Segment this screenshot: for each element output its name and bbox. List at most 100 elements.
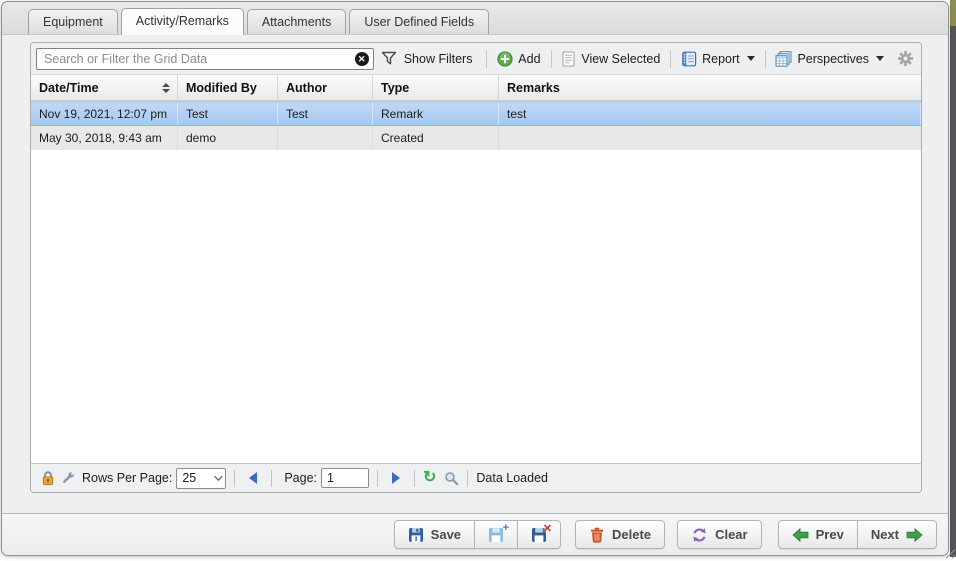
tab-strip: Equipment Activity/Remarks Attachments U… — [2, 2, 948, 35]
cell-author — [278, 126, 373, 150]
sort-icon[interactable] — [162, 83, 170, 93]
column-header-date-time[interactable]: Date/Time — [31, 75, 178, 100]
report-icon — [681, 51, 697, 67]
tab-label: User Defined Fields — [364, 15, 474, 29]
toolbar-divider — [670, 50, 671, 68]
cell-date-time: Nov 19, 2021, 12:07 pm — [31, 103, 178, 125]
dialog-window: Equipment Activity/Remarks Attachments U… — [1, 1, 949, 556]
status-text: Data Loaded — [476, 471, 548, 485]
add-label: Add — [518, 52, 540, 66]
save-button-group: Save + — [394, 520, 561, 549]
column-header-label: Date/Time — [39, 81, 99, 95]
page-number-input[interactable] — [321, 468, 369, 488]
settings-gear-icon[interactable] — [898, 51, 913, 66]
view-selected-button[interactable]: View Selected — [558, 51, 663, 67]
tab-label: Attachments — [262, 15, 331, 29]
delete-button[interactable]: Delete — [575, 520, 665, 549]
cell-remarks: test — [499, 103, 921, 125]
previous-page-icon[interactable] — [249, 472, 257, 484]
cell-author: Test — [278, 103, 373, 125]
tab-attachments[interactable]: Attachments — [247, 9, 346, 34]
column-header-remarks[interactable]: Remarks — [499, 75, 921, 100]
prev-label: Prev — [816, 527, 844, 542]
cell-modified-by: demo — [178, 126, 278, 150]
wrench-icon[interactable] — [60, 470, 76, 486]
tab-activity-remarks[interactable]: Activity/Remarks — [121, 8, 244, 35]
perspectives-label: Perspectives — [797, 52, 869, 66]
right-arrow-icon — [906, 528, 923, 542]
rows-per-page-select[interactable]: 25 — [176, 468, 226, 489]
toolbar-divider — [765, 50, 766, 68]
pager-divider — [467, 470, 468, 487]
prev-next-button-group: Prev Next — [778, 520, 937, 549]
delete-label: Delete — [612, 527, 651, 542]
chevron-down-icon — [214, 472, 222, 480]
column-header-modified-by[interactable]: Modified By — [178, 75, 278, 100]
column-header-label: Modified By — [186, 81, 257, 95]
left-arrow-icon — [792, 528, 809, 542]
add-button[interactable]: Add — [494, 51, 543, 67]
save-plus-icon: + — [488, 527, 504, 543]
perspectives-dropdown-button[interactable]: Perspectives — [772, 51, 887, 67]
save-button[interactable]: Save — [394, 520, 475, 549]
perspectives-icon — [775, 51, 792, 67]
table-row[interactable]: May 30, 2018, 9:43 am demo Created — [31, 126, 921, 150]
add-icon — [497, 51, 513, 67]
activity-grid-panel: ✕ Show Filters Add — [30, 42, 922, 493]
save-icon — [408, 527, 424, 543]
column-header-label: Remarks — [507, 81, 560, 95]
page-label: Page: — [284, 471, 317, 485]
search-field-wrap: ✕ — [36, 48, 374, 70]
tab-label: Equipment — [43, 15, 103, 29]
column-header-author[interactable]: Author — [278, 75, 373, 100]
toolbar-divider — [551, 50, 552, 68]
trash-icon — [589, 527, 605, 543]
magnifier-icon[interactable] — [444, 471, 459, 486]
save-label: Save — [431, 527, 461, 542]
show-filters-button[interactable]: Show Filters — [404, 52, 473, 66]
next-page-icon[interactable] — [392, 472, 400, 484]
pager-divider — [234, 470, 235, 487]
background-window-edge — [950, 0, 956, 557]
next-button[interactable]: Next — [857, 520, 937, 549]
x-badge-icon: ✕ — [543, 522, 552, 535]
pager-divider — [271, 470, 272, 487]
prev-button[interactable]: Prev — [778, 520, 858, 549]
pager-divider — [414, 470, 415, 487]
pager-divider — [377, 470, 378, 487]
grid-header-row: Date/Time Modified By Author Type Remark… — [31, 74, 921, 102]
dialog-footer: Save + — [2, 513, 948, 555]
chevron-down-icon — [747, 56, 755, 61]
clear-label: Clear — [715, 527, 748, 542]
background-window-edge-top — [950, 0, 956, 26]
search-clear-icon[interactable]: ✕ — [355, 52, 369, 66]
refresh-icon[interactable]: ↻ — [423, 470, 436, 486]
tab-user-defined-fields[interactable]: User Defined Fields — [349, 9, 489, 34]
save-and-new-button[interactable]: + — [474, 520, 518, 549]
clear-button[interactable]: Clear — [677, 520, 762, 549]
plus-badge-icon: + — [503, 522, 509, 534]
lock-icon[interactable] — [41, 470, 55, 486]
view-selected-label: View Selected — [581, 52, 660, 66]
grid-empty-area — [31, 150, 921, 463]
clear-refresh-icon — [691, 527, 708, 543]
cell-remarks — [499, 126, 921, 150]
column-header-type[interactable]: Type — [373, 75, 499, 100]
table-row[interactable]: Nov 19, 2021, 12:07 pm Test Test Remark … — [31, 102, 921, 126]
grid-pager-bar: Rows Per Page: 25 Page: ↻ Data Loaded — [31, 463, 921, 492]
tab-equipment[interactable]: Equipment — [28, 9, 118, 34]
filter-funnel-icon — [381, 51, 397, 66]
rows-per-page-label: Rows Per Page: — [82, 471, 172, 485]
toolbar-divider — [486, 50, 487, 68]
cell-modified-by: Test — [178, 103, 278, 125]
cell-type: Created — [373, 126, 499, 150]
column-header-label: Author — [286, 81, 327, 95]
save-close-icon: ✕ — [531, 527, 547, 543]
report-label: Report — [702, 52, 740, 66]
chevron-down-icon — [876, 56, 884, 61]
column-header-label: Type — [381, 81, 409, 95]
tab-label: Activity/Remarks — [136, 14, 229, 28]
save-and-close-button[interactable]: ✕ — [517, 520, 561, 549]
report-dropdown-button[interactable]: Report — [678, 51, 758, 67]
search-input[interactable] — [36, 48, 374, 70]
